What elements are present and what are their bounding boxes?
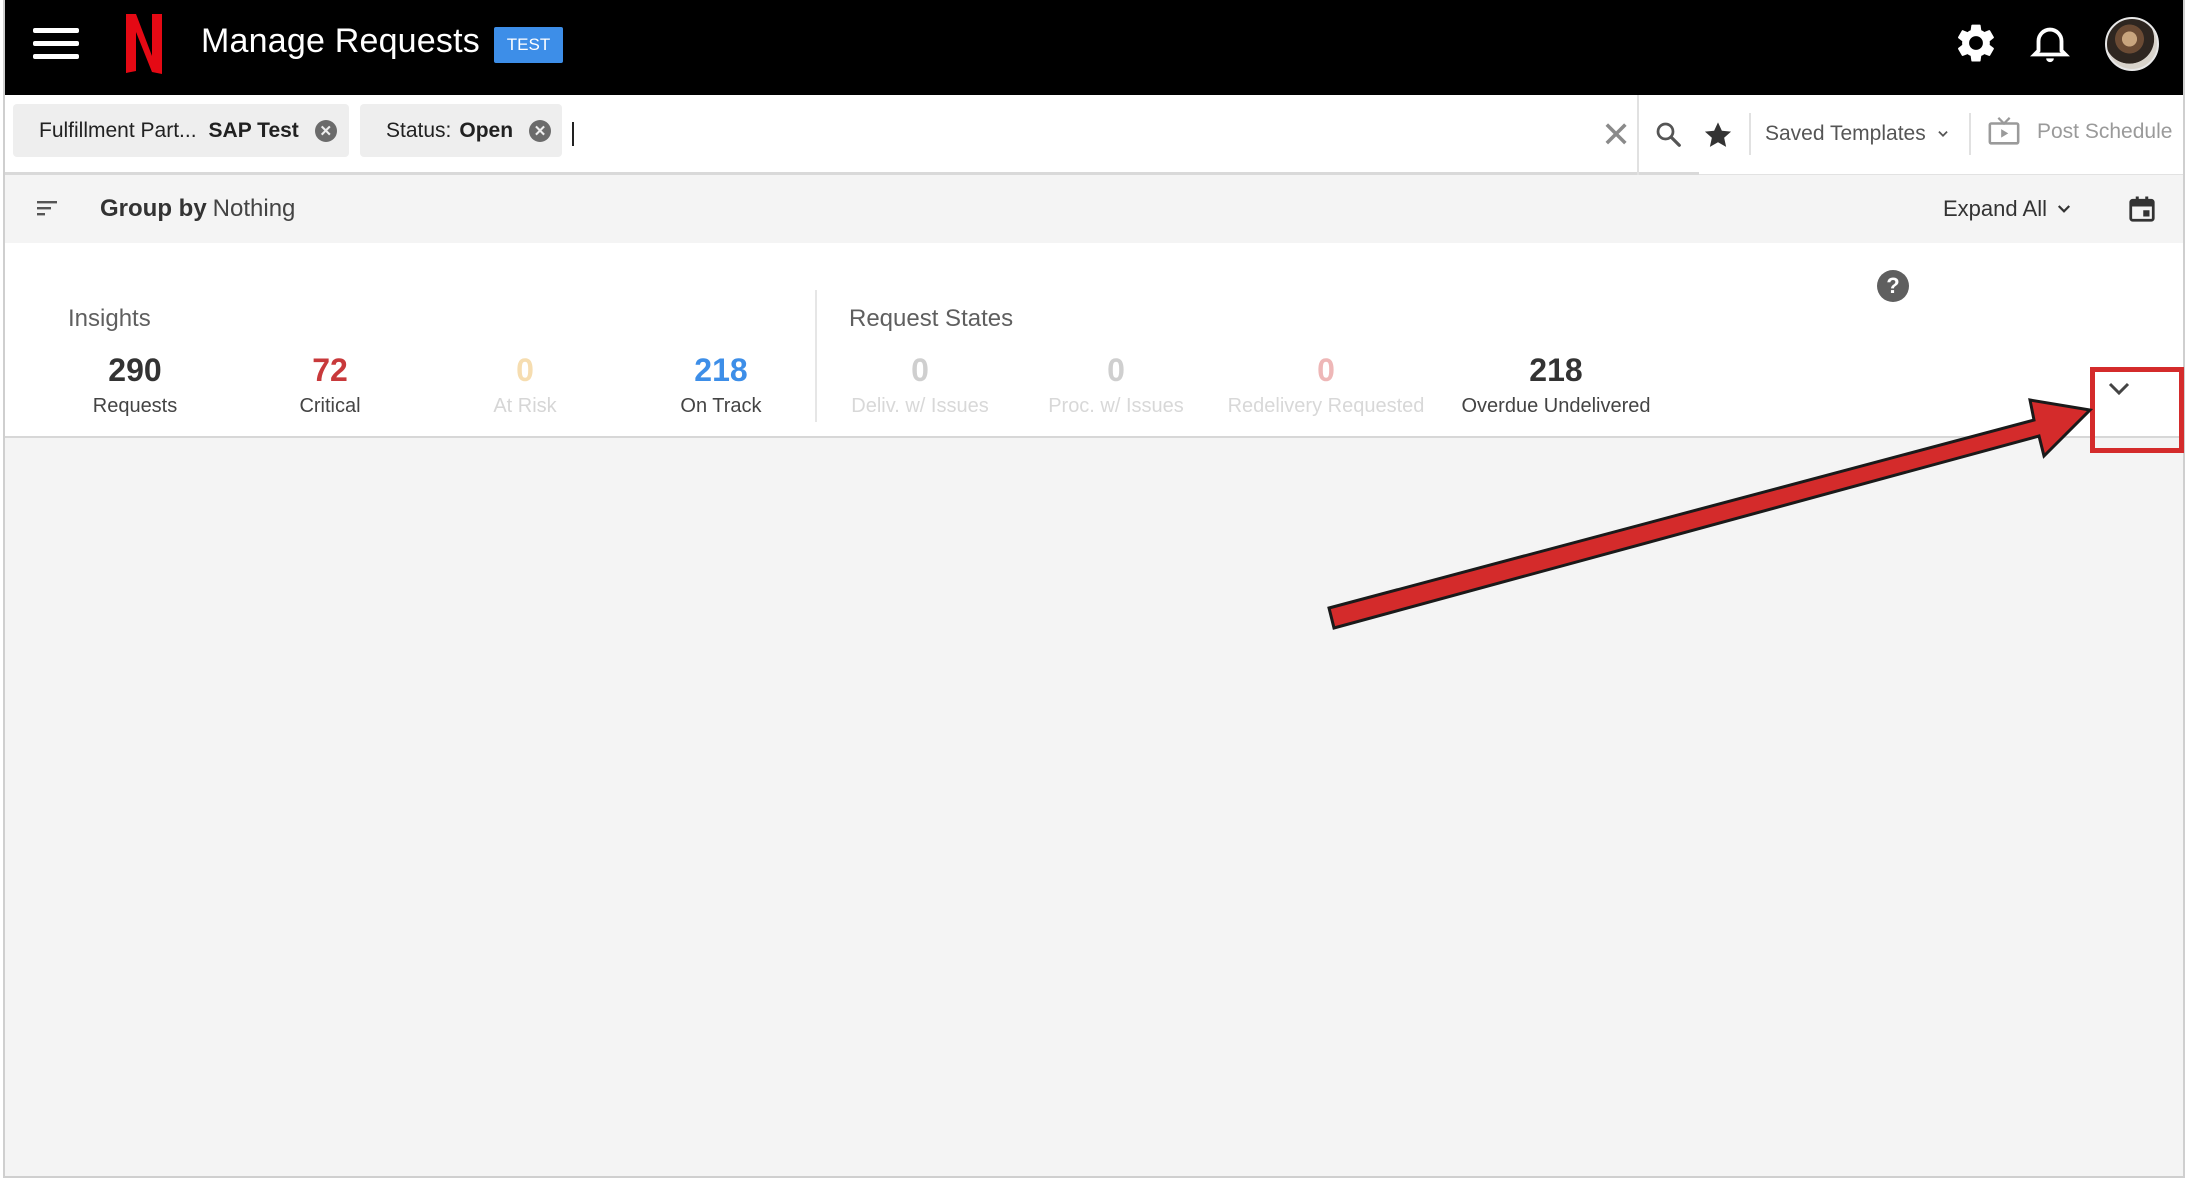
post-schedule-button[interactable]: Post Schedule [1987,115,2172,149]
remove-chip-icon[interactable]: ✕ [314,119,337,142]
top-app-bar: Manage Requests TEST [5,0,2183,95]
expand-all-label: Expand All [1943,196,2047,221]
stat-value: 290 [108,352,162,388]
stat-at-risk[interactable]: 0 At Risk [450,351,600,418]
post-schedule-label: Post Schedule [2037,120,2173,143]
stat-processing-with-issues[interactable]: 0 Proc. w/ Issues [1021,351,1211,418]
section-divider [815,290,817,422]
menu-icon[interactable] [33,28,79,60]
stat-delivered-with-issues[interactable]: 0 Deliv. w/ Issues [825,351,1015,418]
help-icon[interactable]: ? [1877,270,1909,302]
collapse-insights-button[interactable] [2093,367,2145,411]
clear-filters-icon[interactable]: ✕ [1601,117,1631,153]
stat-requests[interactable]: 290 Requests [60,351,210,418]
expand-all-dropdown[interactable]: Expand All [1943,196,2073,222]
filter-bar: Fulfillment Part... SAP Test ✕ Status: O… [5,95,2183,175]
stat-critical[interactable]: 72 Critical [255,351,405,418]
divider [1969,113,1971,155]
stat-label: Proc. w/ Issues [1048,395,1184,417]
netflix-logo [126,14,162,74]
stat-value: 0 [911,352,929,388]
app-window: Manage Requests TEST Fulfillment Part...… [3,0,2185,1178]
insights-title: Insights [68,305,151,332]
stat-label: Requests [92,395,178,417]
filter-chip-status[interactable]: Status: Open ✕ [360,104,562,157]
sort-icon[interactable] [37,199,59,217]
group-by-selector[interactable]: Group by Nothing [100,195,295,223]
filter-chip-key: Status: [386,118,452,142]
stat-value: 218 [694,352,748,388]
stat-label: Overdue Undelivered [1461,395,1651,417]
chevron-down-icon [1938,131,1948,137]
chevron-down-icon [2108,382,2130,396]
gear-icon[interactable] [1953,20,1999,66]
saved-templates-dropdown[interactable]: Saved Templates [1765,122,1950,146]
page-title: Manage Requests [201,22,480,60]
bell-icon[interactable] [2027,20,2073,66]
group-by-value: Nothing [212,195,296,222]
divider [1637,95,1639,175]
stat-value: 218 [1529,352,1583,388]
stat-on-track[interactable]: 218 On Track [646,351,796,418]
group-by-label: Group by [100,195,207,222]
environment-badge: TEST [494,27,563,63]
avatar[interactable] [2105,17,2159,71]
stat-label: On Track [680,395,762,417]
divider [1749,113,1751,155]
stat-label: Deliv. w/ Issues [851,395,989,417]
tv-play-icon [1988,117,2020,145]
stat-redelivery-requested[interactable]: 0 Redelivery Requested [1211,351,1441,418]
calendar-icon[interactable] [2127,193,2157,225]
stat-value: 0 [1317,352,1335,388]
stat-value: 0 [1107,352,1125,388]
stat-value: 0 [516,352,534,388]
remove-chip-icon[interactable]: ✕ [529,119,552,142]
insights-panel: Insights 290 Requests 72 Critical 0 At R… [5,243,2183,438]
filter-chip-value: Open [459,118,514,142]
stat-label: At Risk [493,395,557,417]
filter-input-cursor[interactable] [572,122,574,146]
stat-label: Redelivery Requested [1227,395,1425,417]
request-states-title: Request States [849,305,1014,332]
filter-chip-fulfillment-partner[interactable]: Fulfillment Part... SAP Test ✕ [13,104,349,157]
filter-chip-value: SAP Test [208,118,299,142]
saved-templates-label: Saved Templates [1765,122,1926,145]
stat-overdue-undelivered[interactable]: 218 Overdue Undelivered [1441,351,1671,418]
chevron-down-icon [2057,205,2071,213]
star-icon[interactable] [1702,119,1734,151]
stat-label: Critical [299,395,361,417]
stat-value: 72 [312,352,348,388]
group-by-bar: Group by Nothing Expand All [5,175,2183,243]
filter-chip-key: Fulfillment Part... [39,118,197,142]
search-icon[interactable] [1653,119,1683,149]
